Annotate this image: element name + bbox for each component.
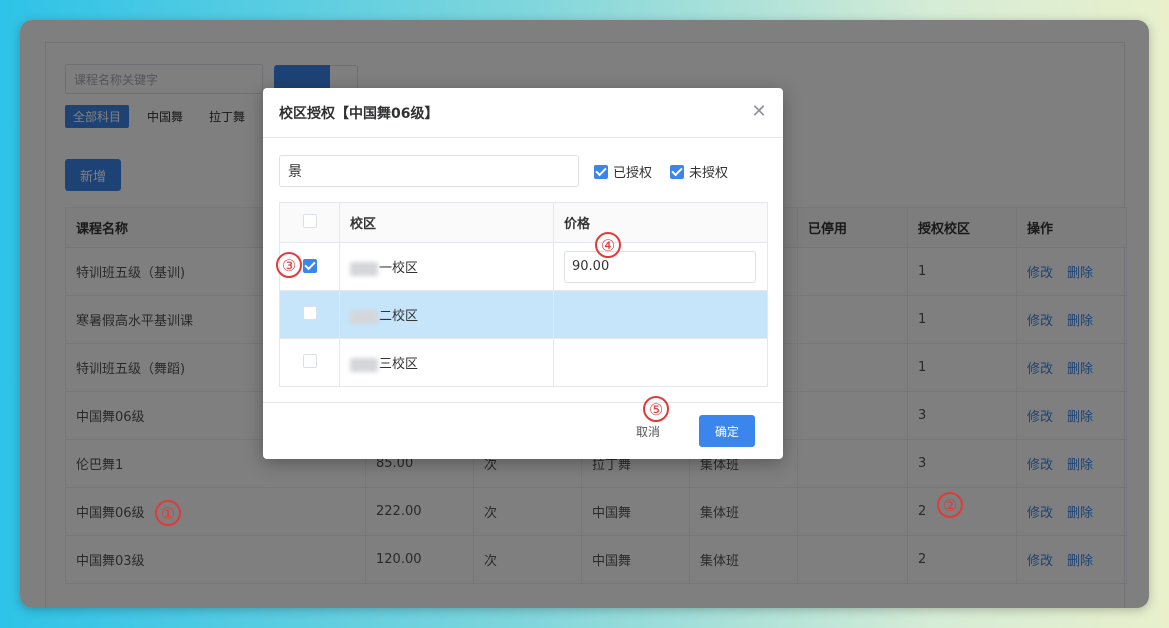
price-input[interactable]: 90.00 bbox=[564, 250, 756, 283]
authorized-label: 已授权 bbox=[613, 166, 653, 181]
annotation-marker-2: ② bbox=[937, 492, 963, 518]
campus-name-cell: 一校区 bbox=[339, 242, 554, 291]
row-checkbox[interactable] bbox=[302, 305, 317, 320]
annotation-marker-3: ③ bbox=[276, 252, 302, 278]
checkbox-icon[interactable] bbox=[594, 164, 608, 179]
campus-search-input[interactable]: 景 bbox=[279, 155, 579, 187]
campus-price-cell: 90.00 bbox=[553, 242, 768, 291]
confirm-button[interactable]: 确定 bbox=[699, 415, 755, 447]
campus-price-cell bbox=[553, 290, 768, 339]
close-icon[interactable]: ✕ bbox=[751, 103, 767, 121]
campus-price-cell bbox=[553, 338, 768, 387]
row-checkbox[interactable] bbox=[302, 258, 317, 273]
row-checkbox[interactable] bbox=[302, 353, 317, 368]
col-campus: 校区 bbox=[339, 202, 554, 243]
redacted-text bbox=[350, 357, 378, 372]
auth-filter-group: 已授权 未授权 bbox=[594, 162, 746, 181]
campus-name: 二校区 bbox=[379, 309, 419, 324]
app-window: 课程名称关键字 全部科目 中国舞 拉丁舞 新增 课程名称 已停 bbox=[20, 20, 1149, 608]
annotation-marker-4: ④ bbox=[595, 232, 621, 258]
select-all-checkbox[interactable] bbox=[302, 213, 317, 228]
row-checkbox-cell bbox=[279, 338, 340, 387]
checkbox-icon[interactable] bbox=[670, 164, 685, 179]
annotation-marker-5: ⑤ bbox=[643, 396, 669, 422]
campus-name: 一校区 bbox=[379, 261, 419, 276]
campus-name-cell: 三校区 bbox=[339, 338, 554, 387]
campus-table-header: 校区 价格 bbox=[279, 202, 768, 243]
dialog-title: 校区授权【中国舞06级】 bbox=[279, 105, 439, 122]
redacted-text bbox=[350, 309, 378, 324]
campus-row[interactable]: 三校区 bbox=[279, 338, 768, 387]
dialog-footer: 取消 确定 bbox=[263, 402, 783, 459]
row-checkbox-cell bbox=[279, 290, 340, 339]
select-all-cell bbox=[279, 202, 340, 243]
authorized-checkbox[interactable]: 已授权 bbox=[594, 162, 652, 181]
campus-row[interactable]: 一校区 90.00 bbox=[279, 242, 768, 291]
dialog-header: 校区授权【中国舞06级】 ✕ bbox=[263, 88, 783, 138]
unauthorized-label: 未授权 bbox=[689, 166, 729, 181]
campus-auth-dialog: 校区授权【中国舞06级】 ✕ 景 已授权 未授权 校区 价格 一校区 90.00… bbox=[263, 88, 783, 459]
campus-name-cell: 二校区 bbox=[339, 290, 554, 339]
cancel-button[interactable]: 取消 bbox=[636, 423, 660, 440]
annotation-marker-1: ① bbox=[155, 500, 181, 526]
col-campus-price: 价格 bbox=[553, 202, 768, 243]
campus-table: 校区 价格 一校区 90.00 二校区 三校区 bbox=[279, 202, 768, 387]
unauthorized-checkbox[interactable]: 未授权 bbox=[670, 162, 728, 181]
campus-name: 三校区 bbox=[379, 357, 419, 372]
campus-row[interactable]: 二校区 bbox=[279, 290, 768, 339]
redacted-text bbox=[350, 261, 378, 276]
